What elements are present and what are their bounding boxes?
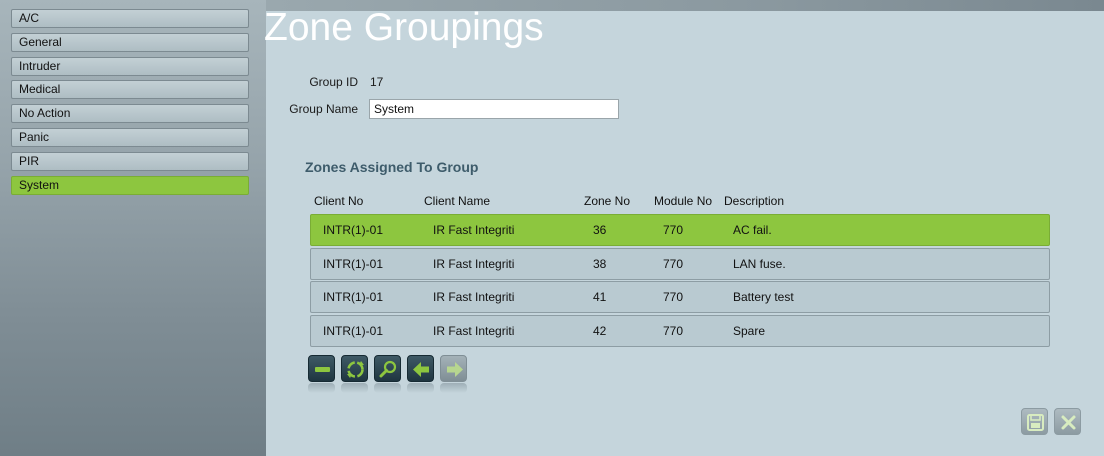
remove-button[interactable] xyxy=(308,355,335,382)
button-reflection xyxy=(308,383,335,393)
search-button[interactable] xyxy=(374,355,401,382)
table-row[interactable]: INTR(1)-01 IR Fast Integriti 36 770 AC f… xyxy=(310,214,1050,246)
cell-client-name: IR Fast Integriti xyxy=(433,257,515,271)
sidebar-item-panic[interactable]: Panic xyxy=(11,128,249,147)
close-icon xyxy=(1061,415,1076,430)
sidebar-item-pir[interactable]: PIR xyxy=(11,152,249,171)
table-row[interactable]: INTR(1)-01 IR Fast Integriti 42 770 Spar… xyxy=(310,315,1050,347)
cell-client-name: IR Fast Integriti xyxy=(433,324,515,338)
cell-client-no: INTR(1)-01 xyxy=(323,257,384,271)
zones-section-title: Zones Assigned To Group xyxy=(305,159,479,175)
cell-zone-no: 36 xyxy=(593,223,607,237)
group-name-input[interactable] xyxy=(369,99,619,119)
group-name-label: Group Name xyxy=(289,102,358,116)
cell-client-no: INTR(1)-01 xyxy=(323,290,384,304)
button-reflection xyxy=(374,383,401,393)
cell-description: Spare xyxy=(733,324,766,338)
cell-client-name: IR Fast Integriti xyxy=(433,223,515,237)
cell-client-no: INTR(1)-01 xyxy=(323,223,384,237)
arrow-right-icon xyxy=(447,362,463,377)
button-reflection xyxy=(440,383,467,393)
group-id-value: 17 xyxy=(370,75,384,89)
zone-groupings-window: A/C General Intruder Medical No Action P… xyxy=(0,0,1104,456)
arrow-left-icon xyxy=(413,362,429,377)
cell-zone-no: 41 xyxy=(593,290,607,304)
table-row[interactable]: INTR(1)-01 IR Fast Integriti 38 770 LAN … xyxy=(310,248,1050,280)
sidebar: A/C General Intruder Medical No Action P… xyxy=(0,0,266,456)
column-header-module-no[interactable]: Module No xyxy=(654,194,712,208)
column-header-client-name[interactable]: Client Name xyxy=(424,194,490,208)
button-reflection xyxy=(407,383,434,393)
cell-description: LAN fuse. xyxy=(733,257,786,271)
cell-description: AC fail. xyxy=(733,223,772,237)
minus-icon xyxy=(315,367,330,372)
table-row[interactable]: INTR(1)-01 IR Fast Integriti 41 770 Batt… xyxy=(310,281,1050,313)
sidebar-item-medical[interactable]: Medical xyxy=(11,80,249,99)
cell-module-no: 770 xyxy=(663,223,684,237)
cell-description: Battery test xyxy=(733,290,794,304)
sidebar-item-ac[interactable]: A/C xyxy=(11,9,249,28)
cell-client-name: IR Fast Integriti xyxy=(433,290,515,304)
save-icon xyxy=(1027,414,1044,431)
search-icon xyxy=(379,360,397,378)
column-header-description[interactable]: Description xyxy=(724,194,784,208)
sidebar-item-no-action[interactable]: No Action xyxy=(11,104,249,123)
cell-module-no: 770 xyxy=(663,324,684,338)
sidebar-item-general[interactable]: General xyxy=(11,33,249,52)
cell-zone-no: 38 xyxy=(593,257,607,271)
column-header-client-no[interactable]: Client No xyxy=(314,194,363,208)
column-header-zone-no[interactable]: Zone No xyxy=(584,194,630,208)
group-id-label: Group ID xyxy=(309,75,358,89)
button-reflection xyxy=(341,383,368,393)
next-button[interactable] xyxy=(440,355,467,382)
cell-module-no: 770 xyxy=(663,290,684,304)
page-title: Zone Groupings xyxy=(264,6,544,49)
refresh-button[interactable] xyxy=(341,355,368,382)
refresh-icon xyxy=(347,361,364,378)
previous-button[interactable] xyxy=(407,355,434,382)
cancel-button[interactable] xyxy=(1054,408,1081,435)
sidebar-item-system[interactable]: System xyxy=(11,176,249,195)
save-button[interactable] xyxy=(1021,408,1048,435)
sidebar-item-intruder[interactable]: Intruder xyxy=(11,57,249,76)
cell-client-no: INTR(1)-01 xyxy=(323,324,384,338)
cell-module-no: 770 xyxy=(663,257,684,271)
cell-zone-no: 42 xyxy=(593,324,607,338)
